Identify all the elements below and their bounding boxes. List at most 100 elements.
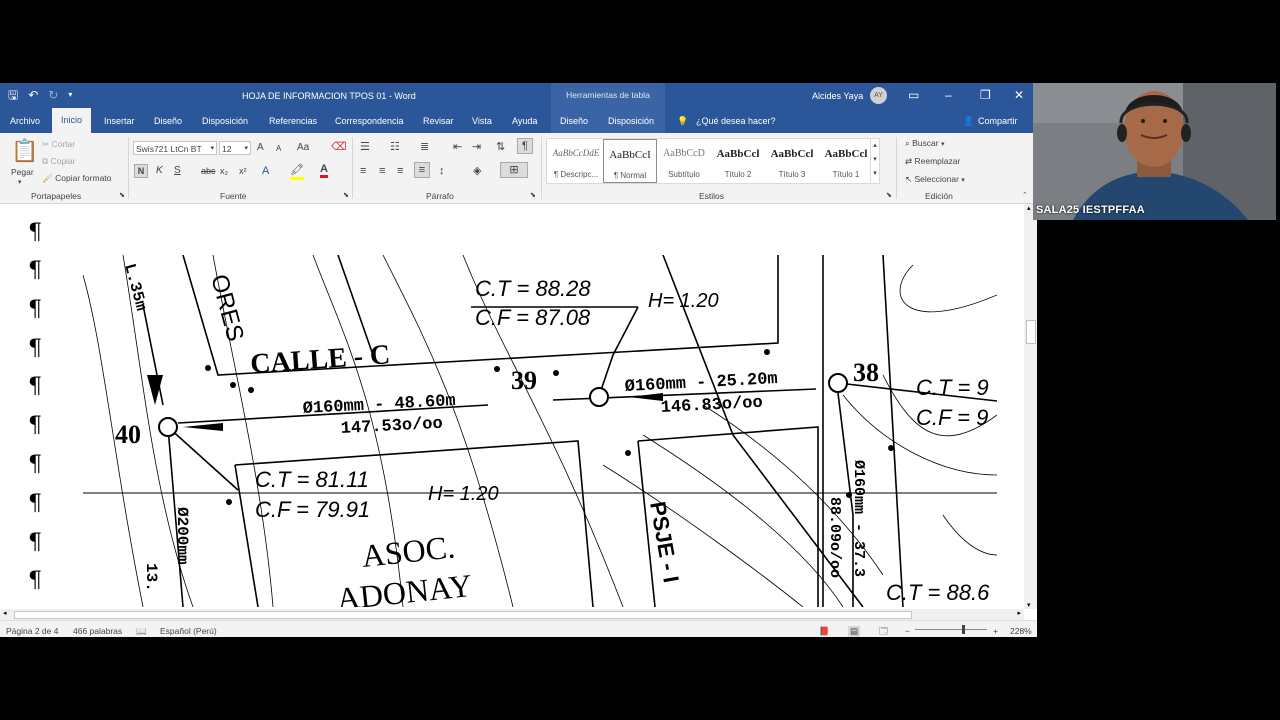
proofing-icon[interactable]: 📖: [136, 626, 147, 637]
share-icon[interactable]: 👤: [963, 116, 974, 127]
restore-icon[interactable]: ❐: [980, 87, 991, 103]
collapse-ribbon-icon[interactable]: ⌃: [1022, 191, 1028, 199]
tab-table-diseno[interactable]: Diseño: [560, 116, 588, 126]
share-button[interactable]: Compartir: [978, 116, 1018, 126]
multilevel-list-icon[interactable]: ≣: [420, 140, 429, 154]
vertical-scrollbar[interactable]: ▴ ▾: [1024, 204, 1037, 609]
avatar[interactable]: AY: [870, 87, 887, 104]
justify-icon[interactable]: ≡: [414, 162, 430, 178]
clipboard-launcher-icon[interactable]: ⬊: [119, 191, 125, 199]
find-button[interactable]: ⌕ Buscar ▾: [905, 138, 945, 149]
clear-formatting-icon[interactable]: ⌫: [331, 140, 347, 154]
style-titulo-3[interactable]: AaBbCcl Título 3: [765, 139, 819, 183]
style-descripcion[interactable]: AaBbCcDdE ¶ Descripc...: [549, 139, 603, 183]
show-formatting-icon[interactable]: ¶: [517, 138, 533, 154]
align-right-icon[interactable]: ≡: [397, 164, 403, 178]
page-indicator[interactable]: Página 2 de 4: [6, 626, 58, 636]
superscript-button[interactable]: x²: [239, 164, 247, 178]
tab-insertar[interactable]: Insertar: [104, 116, 135, 126]
select-button[interactable]: ↖ Seleccionar ▾: [905, 174, 965, 185]
borders-icon[interactable]: ⊞: [500, 162, 528, 178]
save-icon[interactable]: 🖫: [8, 87, 18, 103]
numbering-icon[interactable]: ☷: [390, 140, 400, 154]
video-participant-tile[interactable]: SALA25 IESTPFFAA: [1033, 83, 1276, 220]
tab-revisar[interactable]: Revisar: [423, 116, 454, 126]
tab-referencias[interactable]: Referencias: [269, 116, 317, 126]
scroll-thumb[interactable]: [1026, 320, 1036, 344]
zoom-slider[interactable]: [915, 629, 987, 630]
paste-dropdown-icon[interactable]: ▾: [18, 178, 22, 186]
read-mode-icon[interactable]: 📕: [819, 626, 830, 637]
close-icon[interactable]: ✕: [1014, 87, 1024, 103]
line-spacing-icon[interactable]: ↕: [439, 164, 445, 178]
scroll-right-icon[interactable]: ▸: [1017, 609, 1021, 617]
survey-dot: [494, 366, 500, 372]
copy-button[interactable]: ⧉ Copiar: [42, 156, 76, 167]
strikethrough-button[interactable]: abc: [201, 164, 216, 178]
zoom-slider-thumb[interactable]: [962, 625, 965, 634]
change-case-icon[interactable]: Aa: [297, 141, 309, 155]
tab-vista[interactable]: Vista: [472, 116, 492, 126]
user-name[interactable]: Alcides Yaya: [812, 91, 863, 101]
cut-button[interactable]: ✂ Cortar: [42, 139, 75, 150]
tab-disposicion[interactable]: Disposición: [202, 116, 248, 126]
highlight-icon[interactable]: 🖍: [290, 163, 304, 180]
undo-icon[interactable]: ↶: [28, 87, 38, 103]
replace-button[interactable]: ⇄ Reemplazar: [905, 156, 960, 167]
web-layout-icon[interactable]: 🗔: [879, 626, 888, 637]
sort-icon[interactable]: ⇅: [496, 140, 505, 154]
customize-qat-icon[interactable]: ▾: [68, 87, 72, 103]
tab-correspondencia[interactable]: Correspondencia: [335, 116, 404, 126]
shrink-font-icon[interactable]: A: [276, 142, 281, 156]
tab-diseno[interactable]: Diseño: [154, 116, 182, 126]
tell-me-search[interactable]: ¿Qué desea hacer?: [696, 116, 776, 126]
language-indicator[interactable]: Español (Perú): [160, 626, 217, 636]
scroll-thumb[interactable]: [14, 611, 912, 619]
text-effects-icon[interactable]: A: [262, 164, 269, 178]
paste-icon[interactable]: 📋: [11, 139, 38, 163]
align-center-icon[interactable]: ≡: [379, 164, 385, 178]
redo-icon[interactable]: ↻: [48, 87, 58, 103]
underline-button[interactable]: S: [174, 164, 181, 178]
decrease-indent-icon[interactable]: ⇤: [453, 140, 462, 154]
zoom-in-icon[interactable]: +: [993, 626, 998, 636]
format-painter-button[interactable]: 🖌 Copiar formato: [42, 173, 111, 184]
embedded-map-image[interactable]: C.T = 88.28 C.F = 87.08 H= 1.20 ORES CAL…: [83, 255, 997, 607]
style-titulo-2[interactable]: AaBbCcl Título 2: [711, 139, 765, 183]
ribbon-display-options-icon[interactable]: ▭: [908, 87, 919, 103]
font-size-select[interactable]: 12 ▾: [219, 141, 251, 155]
styles-launcher-icon[interactable]: ⬊: [886, 191, 892, 199]
tab-archivo[interactable]: Archivo: [10, 116, 40, 126]
tab-ayuda[interactable]: Ayuda: [512, 116, 537, 126]
paste-button[interactable]: Pegar: [11, 167, 34, 177]
tab-inicio[interactable]: Inicio: [52, 108, 92, 133]
manhole-39: [589, 387, 609, 407]
font-launcher-icon[interactable]: ⬊: [343, 191, 349, 199]
font-color-icon[interactable]: A: [320, 163, 328, 178]
align-left-icon[interactable]: ≡: [360, 164, 366, 178]
print-layout-icon[interactable]: ▤: [848, 626, 861, 637]
scroll-up-icon[interactable]: ▴: [1027, 204, 1031, 212]
grow-font-icon[interactable]: A: [257, 141, 264, 155]
document-area[interactable]: ¶ ¶ ¶ ¶ ¶ ¶ ¶ ¶ ¶ ¶ C.T = 88.28 C.F = 87…: [0, 204, 1024, 609]
paragraph-launcher-icon[interactable]: ⬊: [530, 191, 536, 199]
zoom-level[interactable]: 228%: [1010, 626, 1032, 636]
style-subtitulo[interactable]: AaBbCcD Subtítulo: [657, 139, 711, 183]
minimize-icon[interactable]: –: [945, 87, 952, 103]
scroll-down-icon[interactable]: ▾: [1027, 601, 1031, 609]
word-count[interactable]: 466 palabras: [73, 626, 122, 636]
shading-icon[interactable]: ◈: [473, 164, 481, 178]
zoom-out-icon[interactable]: −: [905, 626, 910, 636]
subscript-button[interactable]: x₂: [220, 164, 228, 178]
styles-scroll[interactable]: ▴ ▾ ▾: [870, 139, 879, 183]
bullets-icon[interactable]: ☰: [360, 140, 370, 154]
style-titulo-1[interactable]: AaBbCcl Título 1: [819, 139, 873, 183]
font-name-select[interactable]: Swis721 LtCn BT ▾: [133, 141, 217, 155]
style-normal[interactable]: AaBbCcI ¶ Normal: [603, 139, 657, 183]
tab-table-disposicion[interactable]: Disposición: [608, 116, 654, 126]
scroll-left-icon[interactable]: ◂: [3, 609, 7, 617]
bold-button[interactable]: N: [134, 164, 148, 178]
increase-indent-icon[interactable]: ⇥: [472, 140, 481, 154]
italic-button[interactable]: K: [156, 164, 163, 178]
horizontal-scrollbar[interactable]: ◂ ▸: [0, 609, 1024, 620]
